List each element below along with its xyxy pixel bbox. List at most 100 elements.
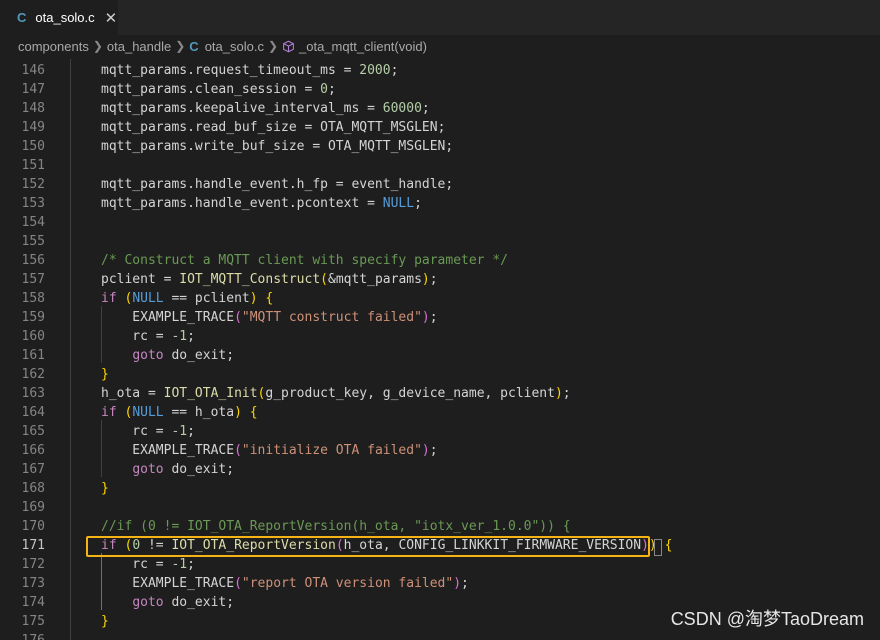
code-line[interactable]: 150 mqtt_params.write_buf_size = OTA_MQTT… (0, 137, 880, 156)
code-line[interactable]: 151 (0, 156, 880, 175)
code-line[interactable]: 168} (0, 479, 880, 498)
breadcrumb: components ❯ ota_handle ❯ C ota_solo.c ❯… (0, 35, 880, 57)
line-number: 152 (21, 177, 45, 192)
code-token: OTA_MQTT_MSGLEN (320, 120, 438, 135)
code-line[interactable]: 163 h_ota = IOT_OTA_Init(g_product_key, g… (0, 384, 880, 403)
code-token: ) (249, 291, 258, 306)
tab-ota-solo-c[interactable]: C ota_solo.c ✕ (0, 0, 118, 35)
code-text: //if (0 != IOT_OTA_ReportVersion(h_ota, … (101, 517, 571, 536)
code-line[interactable]: 148 mqtt_params.keepalive_interval_ms = 6… (0, 99, 880, 118)
line-number: 163 (21, 386, 45, 401)
line-number: 161 (21, 348, 45, 363)
line-number: 158 (21, 291, 45, 306)
breadcrumb-ota-handle[interactable]: ota_handle (107, 39, 171, 54)
code-token: goto (132, 348, 164, 363)
code-text: } (101, 365, 109, 384)
code-token: { (265, 291, 274, 306)
line-number: 148 (21, 101, 45, 116)
code-token: 0 (320, 82, 328, 97)
code-line[interactable]: 170 //if (0 != IOT_OTA_ReportVersion(h_ot… (0, 517, 880, 536)
code-token: ) (421, 310, 430, 325)
tab-bar: C ota_solo.c ✕ (0, 0, 880, 35)
code-line[interactable]: 172 rc = -1; (0, 555, 880, 574)
code-line[interactable]: 153 mqtt_params.handle_event.pcontext = N… (0, 194, 880, 213)
code-line[interactable]: 173 EXAMPLE_TRACE("report OTA version fa… (0, 574, 880, 593)
line-number: 164 (21, 405, 45, 420)
code-token: ; (414, 196, 422, 211)
line-number: 156 (21, 253, 45, 268)
code-line[interactable]: 162} (0, 365, 880, 384)
code-text: } (101, 479, 109, 498)
code-token: ) (641, 538, 649, 553)
code-text: mqtt_params.read_buf_size = OTA_MQTT_MSG… (101, 118, 445, 137)
code-line[interactable]: 155 (0, 232, 880, 251)
line-number: 171 (21, 538, 45, 553)
code-token: ; (562, 386, 571, 401)
close-icon[interactable]: ✕ (105, 9, 118, 27)
code-token: ) (421, 443, 430, 458)
line-number: 147 (21, 82, 45, 97)
code-token: ; (429, 443, 438, 458)
c-file-icon: C (189, 38, 199, 54)
code-token: IOT_OTA_ReportVersion (171, 538, 336, 553)
code-line[interactable]: 156 /* Construct a MQTT client with speci… (0, 251, 880, 270)
code-line[interactable]: 152 mqtt_params.handle_event.h_fp = event… (0, 175, 880, 194)
code-line[interactable]: 157 pclient = IOT_MQTT_Construct(&mqtt_pa… (0, 270, 880, 289)
code-token: ) (453, 576, 462, 591)
code-line[interactable]: 169 (0, 498, 880, 517)
line-number: 170 (21, 519, 45, 534)
code-token: mqtt_params.handle_event.h_fp = (101, 177, 352, 192)
code-editor[interactable]: 146 mqtt_params.request_timeout_ms = 2000… (0, 59, 880, 640)
code-line[interactable]: 165 rc = -1; (0, 422, 880, 441)
code-line[interactable]: 166 EXAMPLE_TRACE("initialize OTA failed… (0, 441, 880, 460)
code-token: EXAMPLE_TRACE (101, 310, 235, 325)
code-line[interactable]: 167 goto do_exit; (0, 460, 880, 479)
code-token: do_exit; (163, 595, 235, 610)
code-token: ( (335, 538, 344, 553)
code-token: mqtt_params.handle_event.pcontext = (101, 196, 383, 211)
chevron-right-icon: ❯ (267, 39, 279, 53)
code-token: } (101, 367, 109, 382)
code-token: EXAMPLE_TRACE (101, 443, 235, 458)
code-line[interactable]: 154 (0, 213, 880, 232)
code-line[interactable]: 171 if (0 != IOT_OTA_ReportVersion(h_ota,… (0, 536, 880, 555)
code-token: ; (445, 177, 454, 192)
code-token: ; (187, 424, 195, 439)
code-token: IOT_MQTT_Construct (179, 272, 321, 287)
breadcrumb-ota-solo-c[interactable]: ota_solo.c (205, 39, 264, 54)
chevron-right-icon: ❯ (92, 39, 103, 53)
watermark: CSDN @淘梦TaoDream (670, 609, 864, 629)
code-line[interactable]: 149 mqtt_params.read_buf_size = OTA_MQTT_… (0, 118, 880, 137)
code-token: if (101, 405, 117, 420)
code-token: ( (234, 443, 242, 458)
code-token: rc = (101, 329, 172, 344)
code-text: mqtt_params.request_timeout_ms = 2000; (101, 61, 398, 80)
code-token: event_handle (351, 177, 446, 192)
code-token: &mqtt_params (328, 272, 422, 287)
line-number: 169 (21, 500, 45, 515)
code-line[interactable]: 146 mqtt_params.request_timeout_ms = 2000… (0, 61, 880, 80)
c-file-icon: C (17, 10, 27, 25)
code-token: ) (234, 405, 242, 420)
breadcrumb-components[interactable]: components (18, 39, 89, 54)
code-line[interactable]: 160 rc = -1; (0, 327, 880, 346)
code-line[interactable]: 176 (0, 631, 880, 640)
code-line[interactable]: 159 EXAMPLE_TRACE("MQTT construct failed… (0, 308, 880, 327)
breadcrumb-function[interactable]: _ota_mqtt_client(void) (299, 39, 427, 54)
code-token: mqtt_params.write_buf_size = (101, 139, 328, 154)
code-token: mqtt_params.keepalive_interval_ms = (101, 101, 383, 116)
code-text: goto do_exit; (101, 346, 234, 365)
code-line[interactable]: 164 if (NULL == h_ota) { (0, 403, 880, 422)
code-token: goto (132, 595, 164, 610)
line-number: 149 (21, 120, 45, 135)
code-token: 0 (132, 538, 141, 553)
code-token: ; (187, 329, 195, 344)
code-line[interactable]: 147 mqtt_params.clean_session = 0; (0, 80, 880, 99)
line-number: 166 (21, 443, 45, 458)
code-line[interactable]: 161 goto do_exit; (0, 346, 880, 365)
code-line[interactable]: 158 if (NULL == pclient) { (0, 289, 880, 308)
code-token: if (101, 291, 117, 306)
